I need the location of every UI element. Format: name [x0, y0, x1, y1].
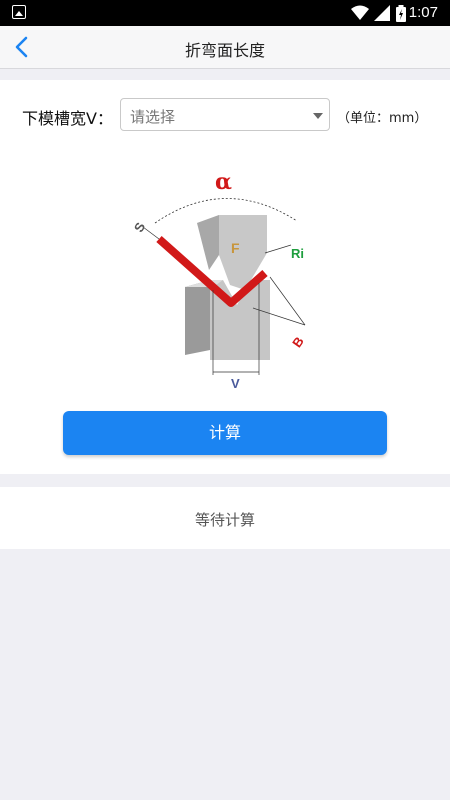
unit-label: （单位：mm） [337, 111, 428, 126]
select-placeholder: 请选择 [130, 108, 176, 126]
chevron-down-icon [313, 113, 323, 119]
punch-side [197, 215, 219, 270]
result-card: 等待计算 [0, 487, 450, 549]
ri-label: Ri [291, 246, 304, 261]
gallery-notification-icon [12, 5, 26, 19]
status-time: 1:07 [408, 4, 438, 21]
s-label: S [131, 219, 148, 234]
signal-icon [374, 5, 390, 21]
die-width-label: 下模槽宽V： [22, 109, 113, 128]
nav-bar: 折弯面长度 [0, 26, 450, 69]
status-bar: 1:07 [0, 0, 450, 26]
battery-icon [396, 5, 406, 22]
wifi-icon [351, 5, 369, 20]
bending-diagram: α S F Ri B V [131, 169, 307, 391]
alpha-label: α [215, 169, 232, 195]
page-title: 折弯面长度 [184, 41, 265, 60]
v-label: V [231, 376, 240, 391]
die-width-select[interactable]: 请选择 [120, 98, 330, 131]
result-text: 等待计算 [194, 511, 255, 529]
f-label: F [231, 240, 240, 256]
die-width-row: 下模槽宽V： 请选择 （单位：mm） [22, 98, 442, 134]
b-label: B [289, 334, 307, 350]
calculate-button[interactable]: 计算 [63, 411, 387, 455]
lower-die-side [185, 280, 210, 355]
